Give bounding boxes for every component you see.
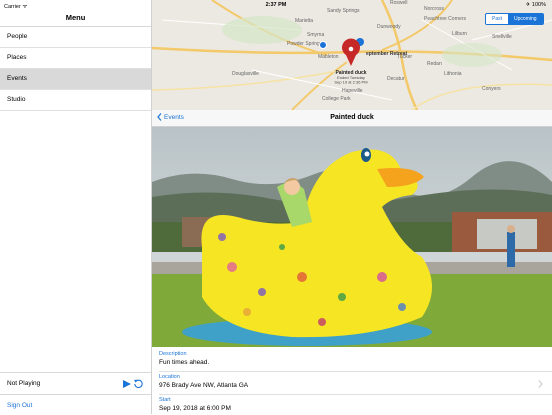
start-value: Sep 19, 2018 at 6:00 PM: [159, 405, 231, 412]
location-row[interactable]: Location 976 Brady Ave NW, Atlanta GA: [159, 374, 545, 389]
map-label: Dunwoody: [377, 24, 401, 30]
player-status: Not Playing: [7, 380, 41, 387]
description-value: Fun times ahead.: [159, 359, 210, 366]
map-label: Smyrna: [307, 32, 324, 38]
map-label: Decatur: [387, 76, 405, 82]
location-value: 976 Brady Ave NW, Atlanta GA: [159, 382, 249, 389]
event-details: Description Fun times ahead. Location 97…: [152, 347, 552, 414]
map-label: Marietta: [295, 18, 313, 24]
map-label: Redan: [427, 61, 442, 67]
battery-indicator: ✈ 100%: [525, 2, 546, 8]
sign-out-button[interactable]: Sign Out: [7, 402, 32, 409]
description-row: Description Fun times ahead.: [159, 351, 545, 366]
other-event-label: eptember Retreat: [366, 51, 407, 57]
tab-upcoming[interactable]: Upcoming: [508, 14, 543, 24]
description-label: Description: [159, 351, 187, 357]
location-label: Location: [159, 374, 180, 380]
map-label: Lilburn: [452, 31, 467, 37]
start-row: Start Sep 19, 2018 at 6:00 PM: [159, 397, 545, 412]
replay-icon[interactable]: [133, 378, 144, 389]
map-label: Lithonia: [444, 71, 462, 77]
past-upcoming-toggle: Past Upcoming: [485, 13, 544, 25]
map-label: College Park: [322, 96, 351, 102]
sidebar-item-places[interactable]: Places: [0, 48, 151, 69]
sidebar-item-studio[interactable]: Studio: [0, 90, 151, 111]
sidebar: Menu People Places Events Studio Not Pla…: [0, 0, 152, 414]
sidebar-item-people[interactable]: People: [0, 27, 151, 48]
map-label: Douglasville: [232, 71, 259, 77]
map-label: Hapeville: [342, 88, 363, 94]
start-label: Start: [159, 397, 171, 403]
menu-list: People Places Events Studio: [0, 26, 151, 111]
chevron-right-icon: [538, 380, 543, 388]
map-label: Snellville: [492, 34, 512, 40]
map-label: Powder Springs: [287, 41, 323, 47]
map-label: Conyers: [482, 86, 501, 92]
map-view[interactable]: Sandy Springs Peachtree Corners Roswell …: [152, 0, 552, 110]
status-bar: Carrier ᯤ 2:37 PM ✈ 100%: [0, 0, 552, 10]
sign-out-row: Sign Out: [0, 394, 151, 415]
menu-title: Menu: [65, 13, 86, 22]
pin-callout-date: Sep 19 at 2:36 PM: [334, 80, 367, 85]
event-photo: [152, 127, 552, 347]
navigation-bar: Events Painted duck: [152, 110, 552, 127]
map-label: Peachtree Corners: [424, 16, 466, 22]
clock: 2:37 PM: [265, 2, 287, 8]
play-icon[interactable]: [122, 379, 132, 389]
map-label: Mableton: [318, 54, 339, 60]
tab-past[interactable]: Past: [486, 14, 509, 24]
audio-player: Not Playing: [0, 372, 151, 395]
page-title: Painted duck: [330, 114, 374, 121]
sidebar-item-events[interactable]: Events: [0, 69, 151, 90]
